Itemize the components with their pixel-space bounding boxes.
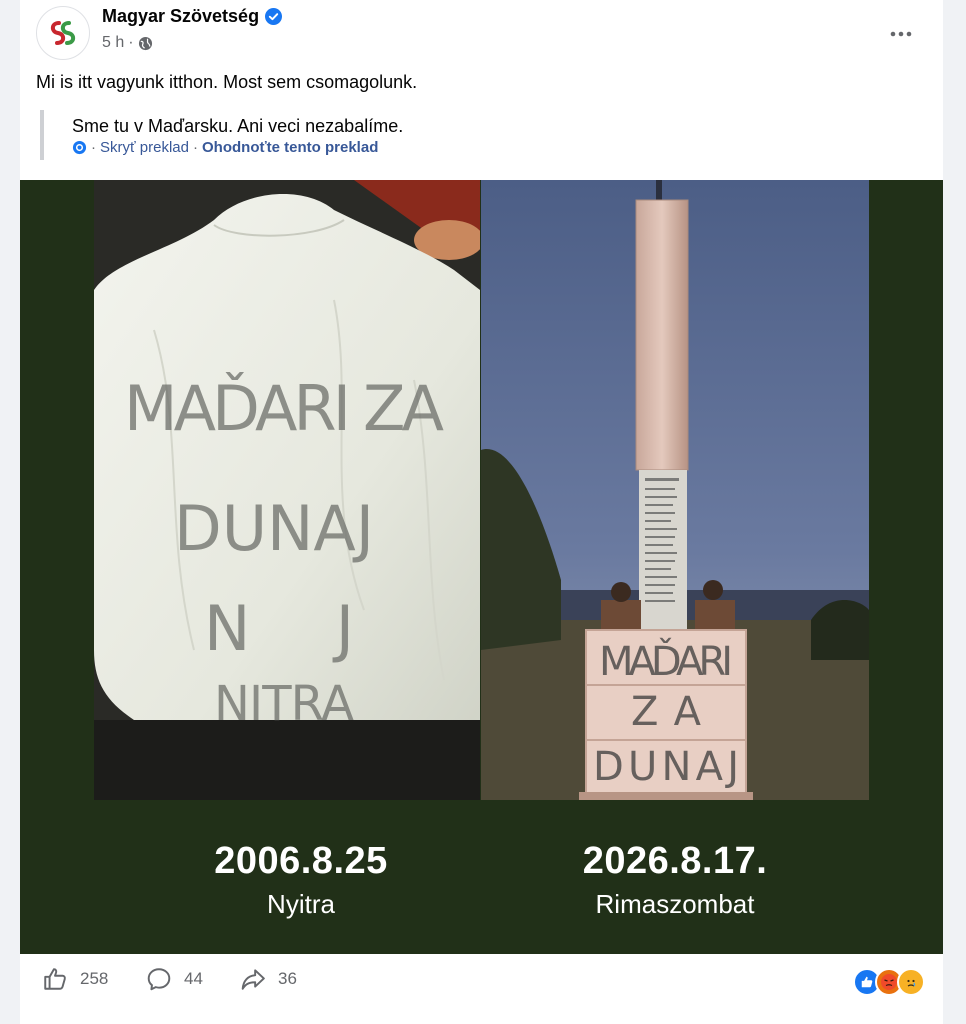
more-icon <box>890 31 912 37</box>
comment-icon <box>147 968 171 991</box>
share-count: 36 <box>278 969 297 988</box>
sad-reaction-icon <box>897 968 925 996</box>
comment-count: 44 <box>184 969 203 988</box>
action-bar: 258 44 36 <box>20 954 943 1024</box>
hide-translation-link[interactable]: Skryť preklad <box>100 139 189 156</box>
caption-place: Rimaszombat <box>595 889 755 919</box>
more-options-button[interactable] <box>883 16 919 52</box>
graffiti-line: MAĎARI <box>599 637 733 685</box>
share-icon <box>241 969 265 990</box>
scribble-line: NITRA <box>214 676 354 732</box>
caption-right: 2026.8.17. Rimaszombat <box>525 840 825 920</box>
share-button[interactable]: 36 <box>240 966 297 992</box>
post-card: Magyar Szövetség 5 h · Mi is itt vagyunk… <box>20 0 943 1024</box>
photo-monument: MAĎARI ZA DUNAJ <box>481 180 869 800</box>
translation-block: Sme tu v Maďarsku. Ani veci nezabalíme. … <box>40 110 468 160</box>
translation-separator: · <box>193 139 198 156</box>
translation-text: Sme tu v Maďarsku. Ani veci nezabalíme. <box>72 116 404 136</box>
comment-button[interactable]: 44 <box>146 966 203 992</box>
caption-left: 2006.8.25 Nyitra <box>151 840 451 920</box>
verified-badge-icon <box>265 8 283 25</box>
like-button[interactable]: 258 <box>42 966 108 992</box>
rate-translation-link[interactable]: Ohodnoťte tento preklad <box>202 139 378 156</box>
post-text: Mi is itt vagyunk itthon. Most sem csoma… <box>36 72 418 92</box>
party-logo-icon <box>50 21 76 45</box>
scribble-line: DUNAJ <box>174 492 374 565</box>
post-header: Magyar Szövetség 5 h · <box>36 6 927 62</box>
globe-icon[interactable] <box>138 36 153 51</box>
graffiti-line: DUNAJ <box>593 744 739 790</box>
caption-place: Nyitra <box>267 889 335 919</box>
photo-shirt: MAĎARI ZA DUNAJ N J NITRA <box>94 180 480 800</box>
caption-date: 2026.8.17. <box>582 840 768 882</box>
reactions-summary[interactable] <box>853 968 925 996</box>
caption-date: 2006.8.25 <box>214 840 388 882</box>
meta-separator: · <box>128 34 134 51</box>
like-count: 258 <box>80 969 109 988</box>
settings-icon[interactable] <box>72 140 87 155</box>
author-name[interactable]: Magyar Szövetség <box>102 6 259 27</box>
post-time[interactable]: 5 h <box>102 34 124 52</box>
post-image[interactable]: MAĎARI ZA DUNAJ N J NITRA MAĎARI ZA DUNA… <box>20 180 943 954</box>
page-avatar[interactable] <box>36 6 90 60</box>
thumbs-up-icon <box>44 968 66 990</box>
translation-separator: · <box>91 139 96 156</box>
scribble-line: MAĎARI ZA <box>124 372 444 445</box>
